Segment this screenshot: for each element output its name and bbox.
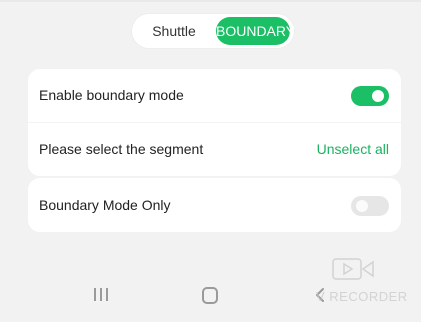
recorder-watermark: V RECORDER — [308, 256, 408, 306]
enable-boundary-toggle[interactable] — [351, 86, 389, 106]
recents-icon[interactable] — [92, 286, 110, 306]
tab-shuttle[interactable]: Shuttle — [138, 17, 210, 45]
enable-boundary-row: Enable boundary mode — [28, 69, 401, 122]
watermark-text: V RECORDER — [316, 289, 408, 304]
boundary-only-label: Boundary Mode Only — [39, 197, 171, 213]
mode-segmented-control: Shuttle BOUNDARY — [132, 14, 295, 48]
home-icon[interactable] — [202, 286, 218, 306]
toggle-knob — [356, 200, 368, 212]
unselect-all-link[interactable]: Unselect all — [317, 123, 389, 176]
boundary-settings-card: Enable boundary mode Please select the s… — [28, 69, 401, 176]
segment-select-row: Please select the segment Unselect all — [28, 123, 401, 176]
toggle-knob — [372, 90, 384, 102]
segment-select-label: Please select the segment — [39, 141, 204, 157]
tab-boundary[interactable]: BOUNDARY — [216, 17, 295, 45]
recorder-icon — [332, 258, 374, 280]
enable-boundary-label: Enable boundary mode — [39, 87, 184, 103]
boundary-only-toggle[interactable] — [351, 196, 389, 216]
boundary-only-card: Boundary Mode Only — [28, 178, 401, 232]
top-edge — [0, 0, 421, 2]
